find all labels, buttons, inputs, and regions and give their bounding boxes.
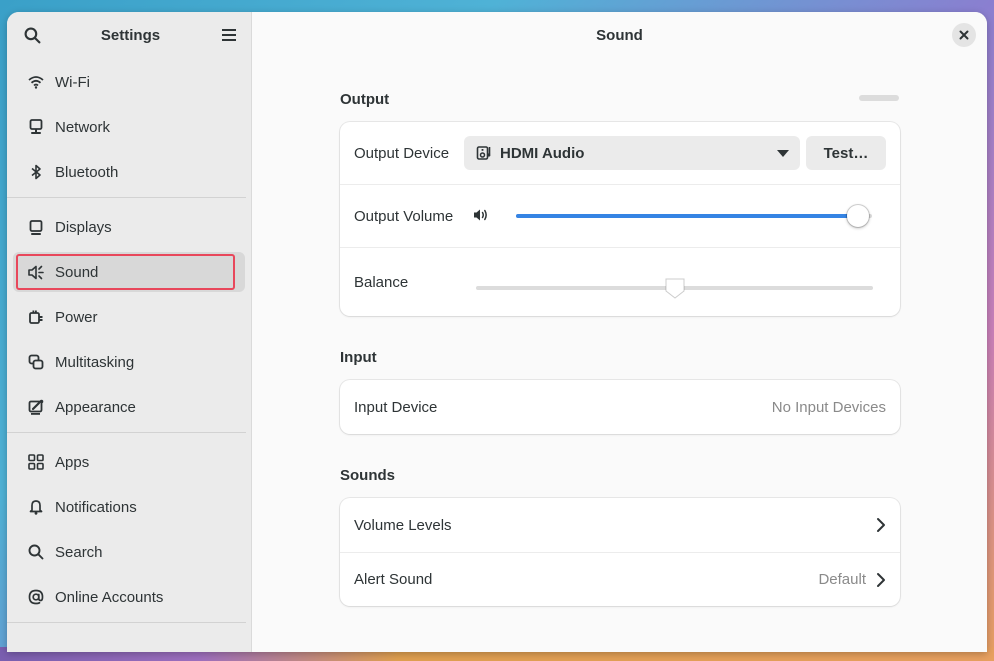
alert-sound-label: Alert Sound xyxy=(354,571,433,588)
sidebar-title: Settings xyxy=(100,26,161,44)
sidebar-item-bluetooth[interactable]: Bluetooth xyxy=(13,152,245,192)
input-card: Input Device No Input Devices xyxy=(340,380,900,434)
sidebar-item-label: Notifications xyxy=(55,498,137,516)
output-card: Output Device HDMI Audio Test… Output Vo… xyxy=(340,122,900,316)
balance-label: Balance xyxy=(354,273,409,291)
sidebar-item-label: Sound xyxy=(55,263,99,281)
sounds-card: Volume Levels Alert Sound Default xyxy=(340,498,900,606)
volume-levels-row[interactable]: Volume Levels xyxy=(340,498,900,552)
sidebar-divider xyxy=(7,432,246,433)
sidebar-item-sound[interactable]: Sound xyxy=(13,252,245,292)
multitasking-icon xyxy=(27,353,45,371)
test-button[interactable]: Test… xyxy=(806,136,886,170)
sidebar-item-search[interactable]: Search xyxy=(13,532,245,572)
sidebar-item-multitasking[interactable]: Multitasking xyxy=(13,342,245,382)
hamburger-menu-icon[interactable] xyxy=(217,23,241,47)
sidebar-divider xyxy=(7,197,246,198)
loading-indicator xyxy=(859,95,899,101)
chevron-down-icon xyxy=(777,150,789,157)
main-header: Sound xyxy=(252,12,987,58)
bell-icon xyxy=(27,498,45,516)
sidebar-item-label: Appearance xyxy=(55,398,136,416)
sidebar-item-label: Multitasking xyxy=(55,353,135,371)
sidebar-item-label: Online Accounts xyxy=(55,588,164,606)
volume-levels-label: Volume Levels xyxy=(354,516,452,534)
sidebar-item-label: Apps xyxy=(55,453,90,471)
speaker-icon xyxy=(27,263,45,281)
apps-grid-icon xyxy=(27,453,45,471)
main-panel: Sound Output Output Device HDMI Audio Te… xyxy=(252,12,987,652)
output-volume-label: Output Volume xyxy=(354,207,454,225)
power-icon xyxy=(27,308,45,326)
slider-handle[interactable] xyxy=(663,276,687,300)
search-icon[interactable] xyxy=(20,23,44,47)
output-volume-slider[interactable] xyxy=(516,204,872,228)
network-icon xyxy=(27,118,45,136)
volume-high-icon[interactable] xyxy=(473,208,489,222)
sidebar: Settings Wi-Fi Network Bluetooth Display xyxy=(7,12,252,652)
sidebar-item-appearance[interactable]: Appearance xyxy=(13,387,245,427)
sidebar-item-label: Power xyxy=(55,308,98,326)
sidebar-item-label: Network xyxy=(55,118,111,136)
at-sign-icon xyxy=(27,588,45,606)
chevron-right-icon xyxy=(877,518,885,532)
close-icon xyxy=(959,30,969,40)
settings-window: Settings Wi-Fi Network Bluetooth Display xyxy=(7,12,987,652)
sidebar-item-displays[interactable]: Displays xyxy=(13,207,245,247)
bluetooth-icon xyxy=(27,163,45,181)
input-device-row: Input Device No Input Devices xyxy=(340,380,900,434)
sidebar-nav: Wi-Fi Network Bluetooth Displays Sound P… xyxy=(7,58,251,623)
search-icon xyxy=(27,543,45,561)
output-heading: Output xyxy=(340,91,390,108)
sidebar-item-apps[interactable]: Apps xyxy=(13,442,245,482)
sidebar-item-label: Search xyxy=(55,543,103,561)
sidebar-item-online-accounts[interactable]: Online Accounts xyxy=(13,577,245,617)
input-device-label: Input Device xyxy=(354,398,438,416)
page-title: Sound xyxy=(596,26,643,44)
sounds-heading: Sounds xyxy=(340,467,395,484)
output-device-dropdown[interactable]: HDMI Audio xyxy=(464,136,800,170)
wifi-icon xyxy=(27,73,45,91)
alert-sound-trailing: Default xyxy=(818,571,886,588)
sidebar-item-label: Wi-Fi xyxy=(55,73,90,91)
sidebar-item-label: Bluetooth xyxy=(55,163,119,181)
sidebar-divider xyxy=(7,622,246,623)
sidebar-item-network[interactable]: Network xyxy=(13,107,245,147)
input-device-value: No Input Devices xyxy=(771,398,886,416)
alert-sound-row[interactable]: Alert Sound Default xyxy=(340,553,900,606)
appearance-icon xyxy=(27,398,45,416)
sidebar-item-power[interactable]: Power xyxy=(13,297,245,337)
close-button[interactable] xyxy=(952,23,976,47)
slider-handle[interactable] xyxy=(846,205,869,227)
output-device-label: Output Device xyxy=(354,144,450,162)
balance-slider[interactable] xyxy=(476,276,873,300)
sidebar-header: Settings xyxy=(7,12,251,58)
audio-device-icon xyxy=(476,146,491,160)
output-device-value: HDMI Audio xyxy=(500,144,585,162)
alert-sound-value: Default xyxy=(818,571,866,588)
sidebar-item-wifi[interactable]: Wi-Fi xyxy=(13,62,245,102)
slider-fill xyxy=(516,214,858,218)
input-heading: Input xyxy=(340,349,377,366)
sidebar-item-notifications[interactable]: Notifications xyxy=(13,487,245,527)
sidebar-item-label: Displays xyxy=(55,218,112,236)
chevron-right-icon xyxy=(877,572,885,587)
display-icon xyxy=(27,218,45,236)
